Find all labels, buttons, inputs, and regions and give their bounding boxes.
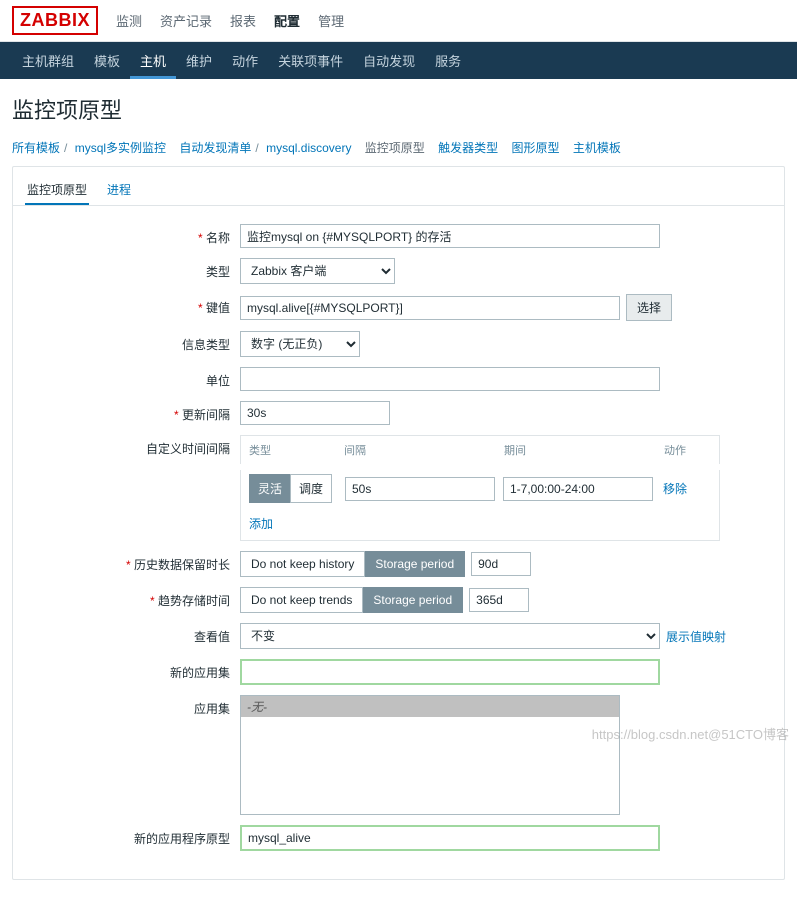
applications-select[interactable]: -无- (240, 695, 620, 815)
history-storage-period-button[interactable]: Storage period (365, 551, 465, 577)
subnav-eventcorrelation[interactable]: 关联项事件 (268, 42, 353, 79)
label-new-application: 新的应用集 (170, 666, 230, 680)
history-value-input[interactable] (471, 552, 531, 576)
label-type: 类型 (206, 265, 230, 279)
label-update-interval: 更新间隔 (182, 408, 230, 422)
topnav-administration[interactable]: 管理 (316, 1, 346, 40)
bc-mysql-template[interactable]: mysql多实例监控 (75, 141, 166, 155)
label-units: 单位 (206, 374, 230, 388)
name-input[interactable] (240, 224, 660, 248)
bc-all-templates[interactable]: 所有模板 (12, 141, 60, 155)
label-applications: 应用集 (194, 702, 230, 716)
trends-no-keep-button[interactable]: Do not keep trends (240, 587, 363, 613)
show-value-mappings-link[interactable]: 展示值映射 (666, 628, 726, 645)
th-interval: 间隔 (344, 442, 504, 458)
topnav-reports[interactable]: 报表 (228, 1, 258, 40)
subnav-hostgroups[interactable]: 主机群组 (12, 42, 84, 79)
type-select[interactable]: Zabbix 客户端 (240, 258, 395, 284)
bc-item-prototypes: 监控项原型 (365, 141, 425, 155)
history-no-keep-button[interactable]: Do not keep history (240, 551, 365, 577)
new-application-input[interactable] (240, 659, 660, 685)
units-input[interactable] (240, 367, 660, 391)
interval-remove-link[interactable]: 移除 (663, 480, 687, 497)
applications-none-option[interactable]: -无- (241, 696, 619, 717)
logo: ZABBIX (12, 6, 98, 35)
watermark: https://blog.csdn.net@51CTO博客 (592, 724, 789, 743)
new-application-prototype-input[interactable] (240, 825, 660, 851)
breadcrumb: 所有模板/ mysql多实例监控 自动发现清单/ mysql.discovery… (0, 135, 797, 166)
update-interval-input[interactable] (240, 401, 390, 425)
interval-delay-input[interactable] (345, 477, 495, 501)
subnav-hosts[interactable]: 主机 (130, 42, 176, 79)
label-history: 历史数据保留时长 (134, 558, 230, 572)
bc-mysql-discovery[interactable]: mysql.discovery (266, 141, 351, 155)
show-value-select[interactable]: 不变 (240, 623, 660, 649)
subnav-maintenance[interactable]: 维护 (176, 42, 222, 79)
th-type: 类型 (249, 442, 344, 458)
interval-add-link[interactable]: 添加 (249, 517, 273, 531)
bc-discovery-list[interactable]: 自动发现清单 (179, 141, 251, 155)
interval-type-scheduling[interactable]: 调度 (290, 474, 332, 503)
label-trends: 趋势存储时间 (158, 594, 230, 608)
page-title: 监控项原型 (0, 79, 797, 135)
bc-host-templates[interactable]: 主机模板 (573, 141, 621, 155)
bc-trigger-prototypes[interactable]: 触发器类型 (438, 141, 498, 155)
subnav-discovery[interactable]: 自动发现 (353, 42, 425, 79)
label-name: 名称 (206, 231, 230, 245)
sub-nav: 主机群组 模板 主机 维护 动作 关联项事件 自动发现 服务 (0, 42, 797, 79)
label-key: 键值 (206, 301, 230, 315)
interval-period-input[interactable] (503, 477, 653, 501)
topnav-configuration[interactable]: 配置 (272, 1, 302, 40)
panel-tabs: 监控项原型 进程 (13, 167, 784, 206)
trends-storage-period-button[interactable]: Storage period (363, 587, 463, 613)
subnav-templates[interactable]: 模板 (84, 42, 130, 79)
trends-value-input[interactable] (469, 588, 529, 612)
tab-item-prototype[interactable]: 监控项原型 (25, 175, 89, 205)
subnav-services[interactable]: 服务 (425, 42, 471, 79)
subnav-actions[interactable]: 动作 (222, 42, 268, 79)
key-input[interactable] (240, 296, 620, 320)
topnav-inventory[interactable]: 资产记录 (158, 1, 214, 40)
label-custom-intervals: 自定义时间间隔 (146, 442, 230, 456)
topnav-monitoring[interactable]: 监测 (114, 1, 144, 40)
key-select-button[interactable]: 选择 (626, 294, 672, 321)
top-nav: 监测 资产记录 报表 配置 管理 (114, 1, 346, 40)
label-new-app-prototype: 新的应用程序原型 (134, 832, 230, 846)
th-action: 动作 (664, 442, 711, 458)
bc-graph-prototypes[interactable]: 图形原型 (512, 141, 560, 155)
label-info-type: 信息类型 (182, 338, 230, 352)
info-type-select[interactable]: 数字 (无正负) (240, 331, 360, 357)
tab-preprocessing[interactable]: 进程 (105, 175, 133, 205)
interval-type-flexible[interactable]: 灵活 (249, 474, 290, 503)
label-show-value: 查看值 (194, 630, 230, 644)
th-period: 期间 (504, 442, 664, 458)
